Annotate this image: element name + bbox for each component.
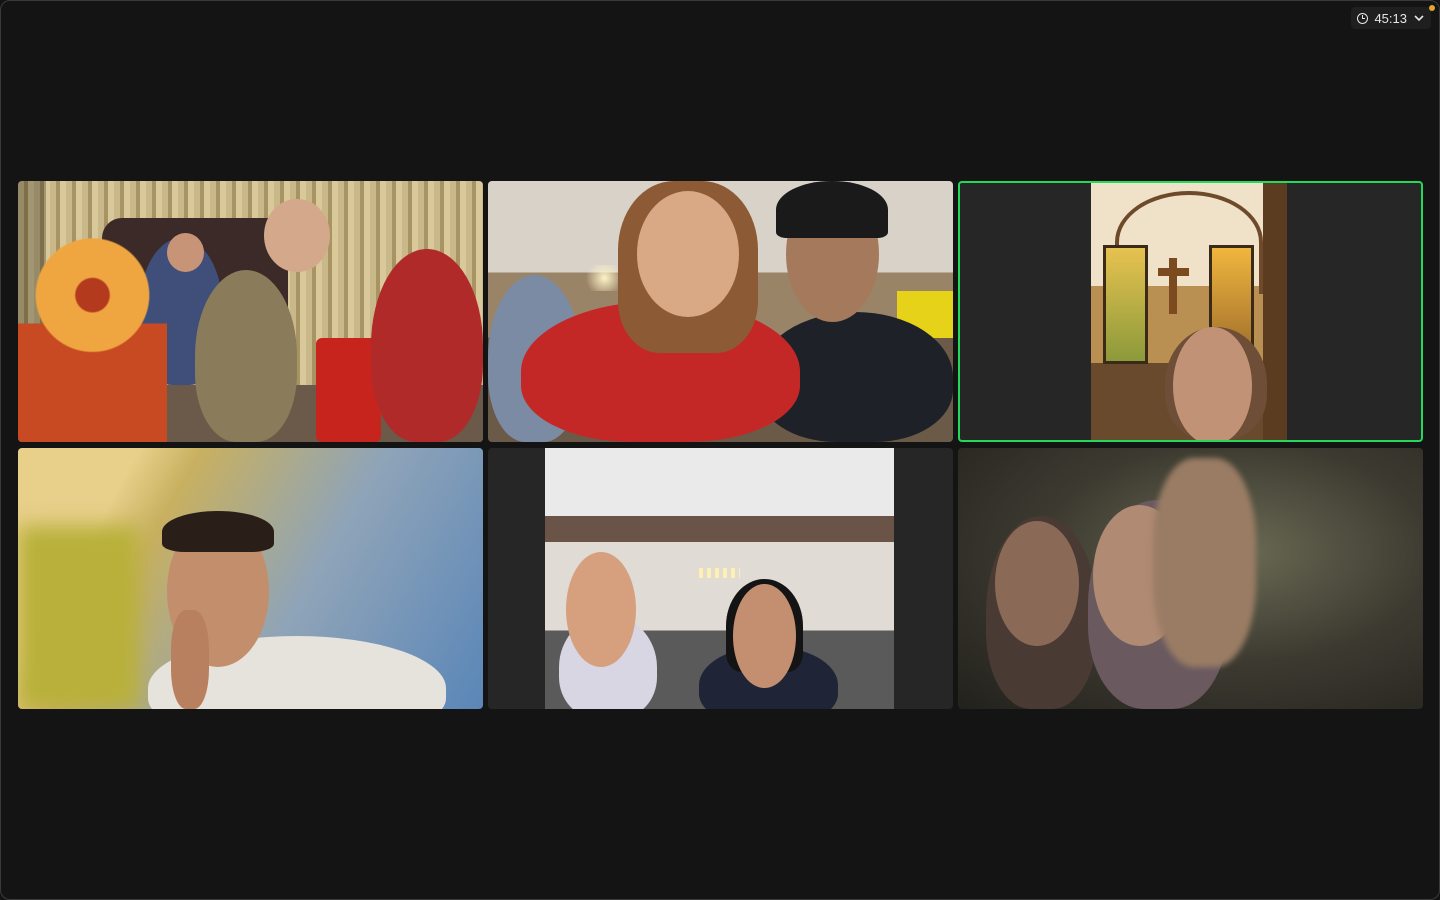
meeting-window: 45:13 bbox=[0, 0, 1440, 900]
video-feed bbox=[958, 448, 1423, 709]
meeting-timer-label: 45:13 bbox=[1374, 10, 1407, 26]
recording-indicator-dot bbox=[1429, 5, 1435, 11]
video-tile[interactable] bbox=[488, 448, 953, 709]
video-feed bbox=[488, 181, 953, 442]
clock-icon bbox=[1357, 12, 1369, 24]
video-tile[interactable] bbox=[18, 448, 483, 709]
video-feed bbox=[1091, 183, 1287, 440]
gallery-view bbox=[18, 181, 1424, 709]
chevron-down-icon[interactable] bbox=[1413, 12, 1425, 24]
video-tile-active-speaker[interactable] bbox=[958, 181, 1423, 442]
video-feed bbox=[18, 448, 483, 709]
meeting-timer[interactable]: 45:13 bbox=[1351, 7, 1431, 29]
video-feed bbox=[18, 181, 483, 442]
video-tile[interactable] bbox=[18, 181, 483, 442]
video-feed bbox=[545, 448, 894, 709]
video-tile[interactable] bbox=[488, 181, 953, 442]
video-tile[interactable] bbox=[958, 448, 1423, 709]
